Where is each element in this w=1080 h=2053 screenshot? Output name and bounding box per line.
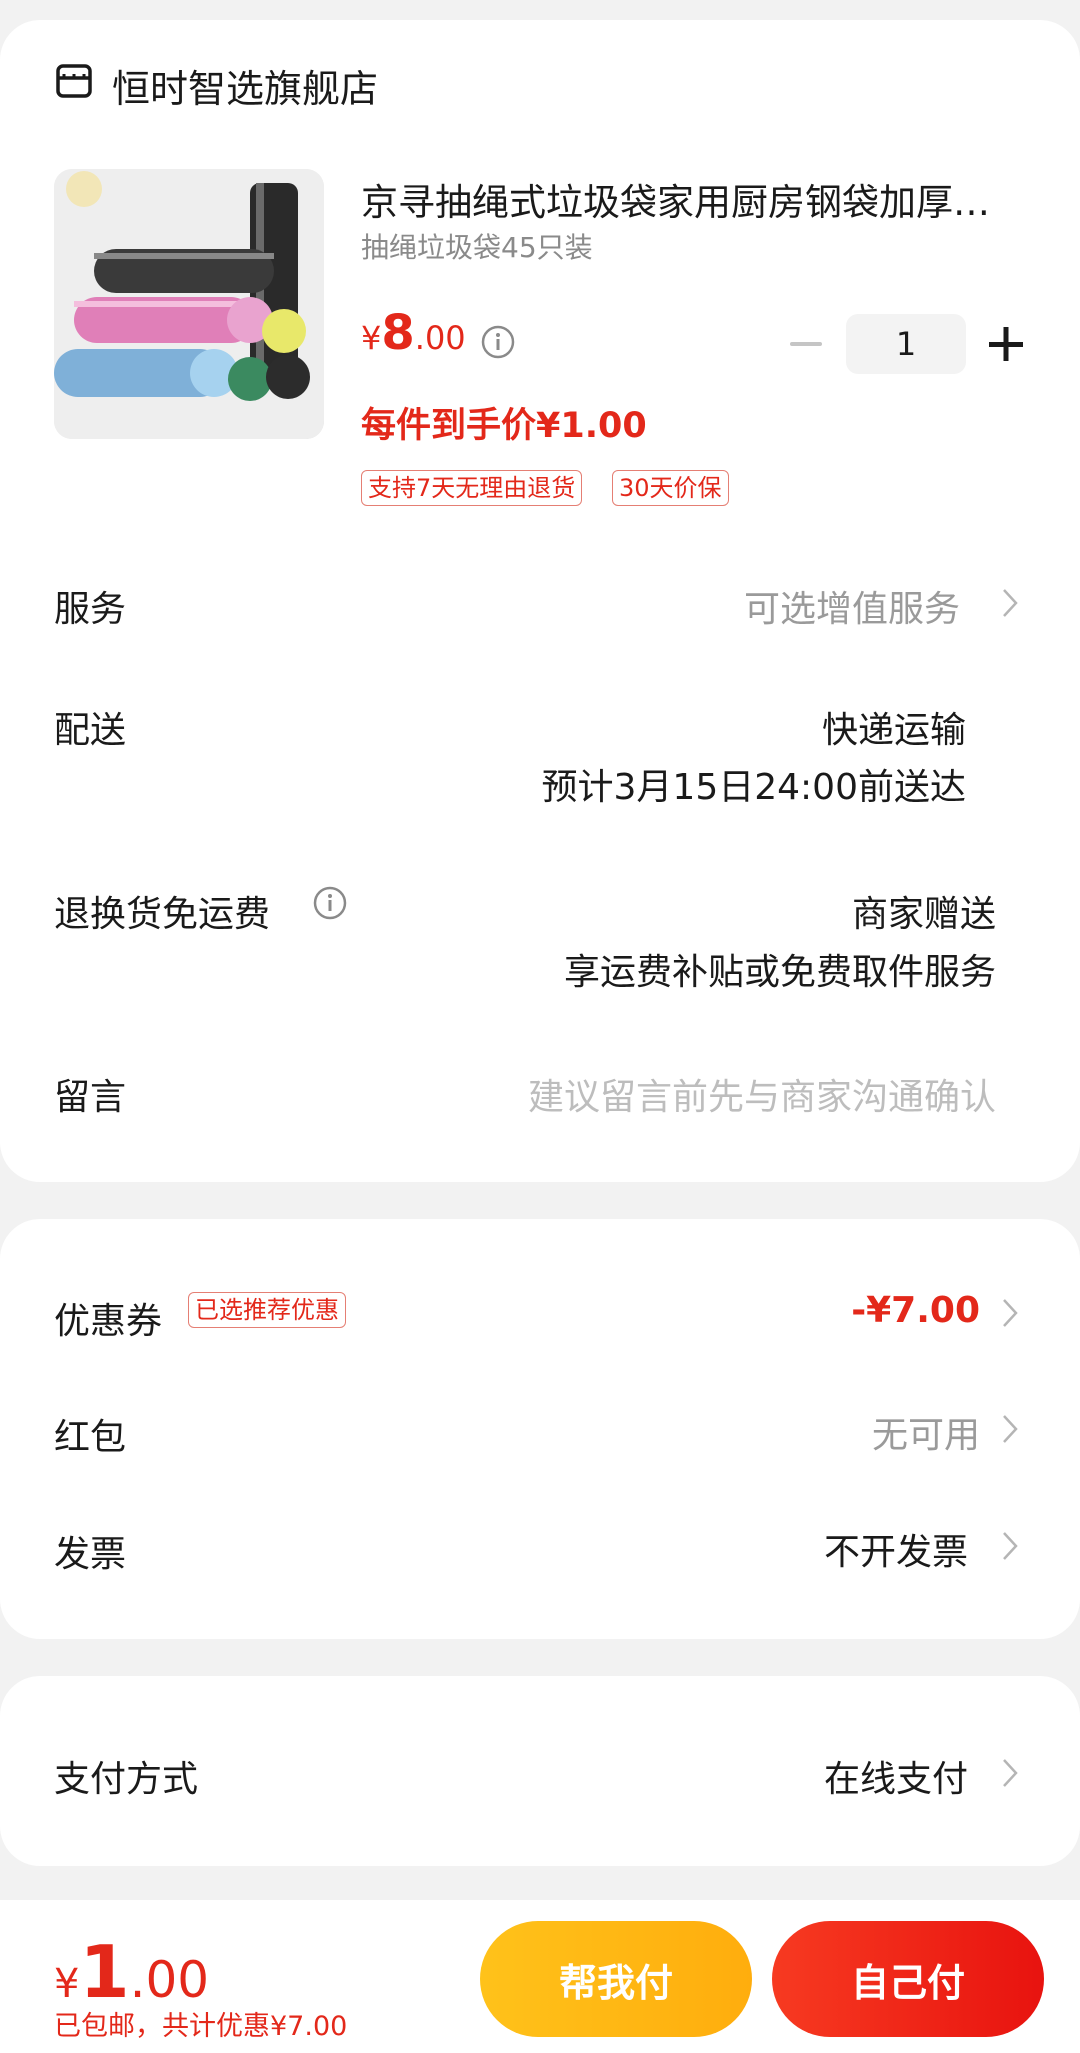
chevron-right-icon[interactable]	[1000, 1756, 1020, 1790]
return-policy-tag: 支持7天无理由退货	[361, 470, 583, 506]
total-symbol: ¥	[54, 1961, 80, 2007]
return-freight-detail: 享运费补贴或免费取件服务	[563, 952, 996, 993]
product-price: ¥8.00	[361, 305, 466, 361]
store-icon	[56, 64, 92, 98]
chevron-right-icon[interactable]	[1000, 1529, 1020, 1563]
total-note: 已包邮，共计优惠¥7.00	[54, 2011, 348, 2042]
delivery-eta: 预计3月15日24:00前送达	[541, 767, 966, 808]
quantity-decrease-button[interactable]	[790, 342, 822, 346]
help-pay-button[interactable]: 帮我付	[480, 1921, 752, 2037]
red-packet-label: 红包	[54, 1417, 127, 1458]
quantity-increase-button[interactable]	[986, 324, 1026, 364]
product-spec: 抽绳垃圾袋45只装	[361, 231, 593, 264]
chevron-right-icon[interactable]	[1000, 1296, 1020, 1330]
info-icon[interactable]	[313, 886, 347, 920]
self-pay-button[interactable]: 自己付	[772, 1921, 1044, 2037]
price-integer: 8	[381, 305, 415, 361]
red-packet-value[interactable]: 无可用	[872, 1406, 980, 1458]
message-input[interactable]: 建议留言前先与商家沟通确认	[528, 1068, 996, 1120]
info-icon[interactable]	[481, 325, 515, 359]
product-title[interactable]: 京寻抽绳式垃圾袋家用厨房钢袋加厚…	[361, 172, 1026, 226]
invoice-value[interactable]: 不开发票	[824, 1523, 968, 1575]
return-freight-value: 商家赠送	[851, 894, 996, 935]
product-image[interactable]	[54, 169, 324, 439]
price-decimal: .00	[414, 319, 466, 357]
price-protection-tag: 30天价保	[612, 470, 729, 506]
total-decimal: .00	[129, 1951, 210, 2009]
delivery-method: 快递运输	[821, 710, 966, 751]
price-symbol: ¥	[361, 319, 382, 357]
chevron-right-icon[interactable]	[1000, 1412, 1020, 1446]
coupon-selected-tag: 已选推荐优惠	[188, 1292, 346, 1328]
invoice-label: 发票	[54, 1534, 127, 1575]
total-integer: 1	[79, 1930, 130, 2014]
service-value[interactable]: 可选增值服务	[744, 580, 960, 632]
total-price: ¥1.00	[54, 1930, 209, 2014]
payment-method-value[interactable]: 在线支付	[824, 1750, 968, 1802]
return-freight-label: 退换货免运费	[54, 894, 271, 935]
coupon-value[interactable]: -¥7.00	[851, 1290, 980, 1331]
quantity-input[interactable]: 1	[846, 314, 966, 374]
coupon-label: 优惠券	[54, 1301, 163, 1342]
message-label: 留言	[54, 1077, 127, 1118]
service-label: 服务	[54, 589, 127, 630]
chevron-right-icon[interactable]	[1000, 586, 1020, 620]
unit-price: 每件到手价¥1.00	[361, 406, 647, 446]
store-name[interactable]: 恒时智选旗舰店	[112, 58, 378, 113]
payment-method-label: 支付方式	[54, 1759, 199, 1800]
delivery-label: 配送	[54, 710, 127, 751]
